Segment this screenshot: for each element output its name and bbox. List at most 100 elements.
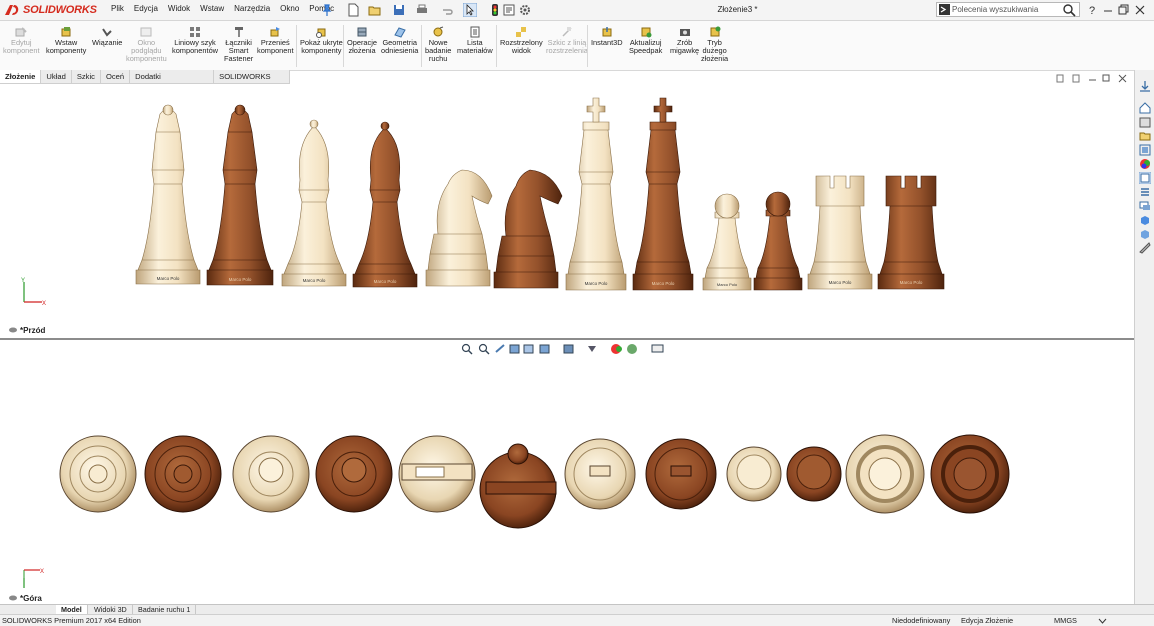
menu-edit[interactable]: Edycja xyxy=(134,4,158,13)
tab-addins[interactable]: Dodatki SOLIDWORKS xyxy=(130,70,215,94)
unit-system[interactable]: MMGS xyxy=(1054,616,1077,625)
select-icon[interactable] xyxy=(463,3,477,17)
forum-icon[interactable] xyxy=(1139,200,1151,212)
new-document-icon[interactable] xyxy=(346,3,360,17)
knight-light[interactable] xyxy=(425,169,493,287)
rook-dark-top[interactable] xyxy=(930,434,1010,514)
view-palette-icon[interactable] xyxy=(1139,144,1151,156)
show-hidden-button[interactable]: Pokaż ukryte komponenty xyxy=(300,23,343,55)
cube-icon[interactable] xyxy=(1139,228,1151,240)
mate-button[interactable]: Wiązanie xyxy=(92,23,122,47)
view-orientation-icon[interactable] xyxy=(8,594,18,602)
rook-dark[interactable]: Marco Polo xyxy=(877,175,945,290)
pieces-side-view[interactable]: Marco Polo Marco Polo Marco Polo Marco P… xyxy=(0,84,1134,338)
pin-icon[interactable] xyxy=(320,3,334,17)
save-icon[interactable] xyxy=(392,3,406,17)
link-views-icon[interactable] xyxy=(1056,74,1064,83)
tab-assembly[interactable]: Złożenie xyxy=(0,70,42,83)
tab-layout[interactable]: Układ xyxy=(41,70,72,83)
king-light[interactable]: Marco Polo xyxy=(565,97,627,291)
file-explorer-icon[interactable] xyxy=(1139,130,1151,142)
reference-geometry-button[interactable]: Geometria odniesienia xyxy=(381,23,418,55)
rook-light[interactable]: Marco Polo xyxy=(807,175,873,290)
appearances-icon[interactable] xyxy=(1139,158,1151,170)
graphics-area[interactable]: Marco Polo Marco Polo Marco Polo Marco P… xyxy=(0,74,1134,604)
bishop-light[interactable]: Marco Polo xyxy=(281,119,347,287)
king-light-top[interactable] xyxy=(564,438,636,510)
bishop-light-top[interactable] xyxy=(232,435,310,513)
menu-view[interactable]: Widok xyxy=(168,4,190,13)
insert-components-button[interactable]: Wstaw komponenty xyxy=(46,23,86,55)
bishop-dark[interactable]: Marco Polo xyxy=(352,121,418,288)
explode-line-sketch-button[interactable]: Szkic z linią rozstrzelenia xyxy=(546,23,588,55)
command-manager: Edytuj komponent Wstaw komponenty Wiązan… xyxy=(0,21,1154,71)
preview-window-button[interactable]: Okno podglądu komponentu xyxy=(126,23,167,63)
home-icon[interactable] xyxy=(1139,102,1151,114)
menu-insert[interactable]: Wstaw xyxy=(200,4,224,13)
tile-views-icon[interactable] xyxy=(1072,74,1080,83)
viewport-restore-icon[interactable] xyxy=(1102,74,1110,82)
undo-icon[interactable] xyxy=(440,3,454,17)
move-component-button[interactable]: Przenieś komponent xyxy=(257,23,294,55)
king-dark-top[interactable] xyxy=(645,438,717,510)
knight-dark[interactable] xyxy=(493,169,563,289)
queen-light[interactable]: Marco Polo xyxy=(135,104,201,285)
snapshot-button[interactable]: Zrób migawkę xyxy=(670,23,699,55)
exploded-view-button[interactable]: Rozstrzelony widok xyxy=(500,23,543,55)
large-assembly-button[interactable]: Tryb dużego złożenia xyxy=(701,23,728,63)
custom-properties-icon[interactable] xyxy=(1139,172,1151,184)
menu-file[interactable]: Plik xyxy=(111,4,124,13)
pieces-top-view[interactable] xyxy=(0,340,1134,604)
unit-dropdown-icon[interactable] xyxy=(1098,616,1107,625)
assembly-features-button[interactable]: Operacje złożenia xyxy=(347,23,377,55)
list-icon[interactable] xyxy=(1139,186,1151,198)
tab-sketch[interactable]: Szkic xyxy=(71,70,101,83)
bishop-dark-top[interactable] xyxy=(315,435,393,513)
rook-light-top[interactable] xyxy=(845,434,925,514)
tab-mbd[interactable]: SOLIDWORKS MBD xyxy=(214,70,290,94)
solid-part-icon[interactable] xyxy=(1139,214,1151,226)
tab-evaluate[interactable]: Oceń xyxy=(100,70,131,83)
help-icon[interactable]: ? xyxy=(1086,3,1100,17)
solidworks-logo[interactable]: SOLIDWORKS xyxy=(4,2,97,18)
search-icon[interactable] xyxy=(1062,3,1076,17)
minimize-icon[interactable] xyxy=(1101,3,1115,17)
restore-icon[interactable] xyxy=(1116,3,1130,17)
options-gear-icon[interactable] xyxy=(518,3,532,17)
king-dark[interactable]: Marco Polo xyxy=(632,97,694,291)
pawn-light-top[interactable] xyxy=(726,446,782,502)
queen-light-top[interactable] xyxy=(59,435,137,513)
instant3d-label: Instant3D xyxy=(591,38,623,47)
print-icon[interactable] xyxy=(415,3,429,17)
menu-tools[interactable]: Narzędzia xyxy=(234,4,270,13)
measure-icon[interactable] xyxy=(1139,242,1151,254)
bom-button[interactable]: Lista materiałów xyxy=(457,23,493,55)
traffic-light-icon[interactable] xyxy=(488,3,502,17)
design-library-icon[interactable] xyxy=(1139,116,1151,128)
file-properties-icon[interactable] xyxy=(502,3,516,17)
knight-dark-top[interactable] xyxy=(479,443,557,529)
toolbar-separator xyxy=(343,25,344,67)
smart-fastener-button[interactable]: Łączniki Smart Fastener xyxy=(224,23,253,63)
pawn-dark[interactable] xyxy=(753,191,803,291)
instant3d-button[interactable]: Instant3D xyxy=(591,23,623,47)
bom-label: Lista materiałów xyxy=(457,38,493,55)
pawn-dark-top[interactable] xyxy=(786,446,842,502)
command-search-input[interactable]: Polecenia wyszukiwania xyxy=(936,2,1080,17)
open-folder-icon[interactable] xyxy=(368,3,382,17)
pawn-light[interactable]: Marco Polo xyxy=(702,193,752,291)
viewport-front[interactable]: Marco Polo Marco Polo Marco Polo Marco P… xyxy=(0,74,1134,338)
expand-task-pane-icon[interactable] xyxy=(1139,80,1151,92)
view-orientation-icon[interactable] xyxy=(8,326,18,334)
edit-component-button[interactable]: Edytuj komponent xyxy=(3,23,40,55)
close-icon[interactable] xyxy=(1133,3,1147,17)
queen-dark[interactable]: Marco Polo xyxy=(206,104,274,286)
viewport-close-icon[interactable] xyxy=(1118,74,1127,83)
knight-light-top[interactable] xyxy=(398,435,476,513)
motion-study-button[interactable]: Nowe badanie ruchu xyxy=(425,23,451,63)
viewport-top[interactable]: X *Góra xyxy=(0,340,1134,604)
menu-window[interactable]: Okno xyxy=(280,4,299,13)
queen-dark-top[interactable] xyxy=(144,435,222,513)
speedpak-button[interactable]: Aktualizuj Speedpak xyxy=(629,23,662,55)
linear-pattern-button[interactable]: Liniowy szyk komponentów xyxy=(172,23,218,55)
